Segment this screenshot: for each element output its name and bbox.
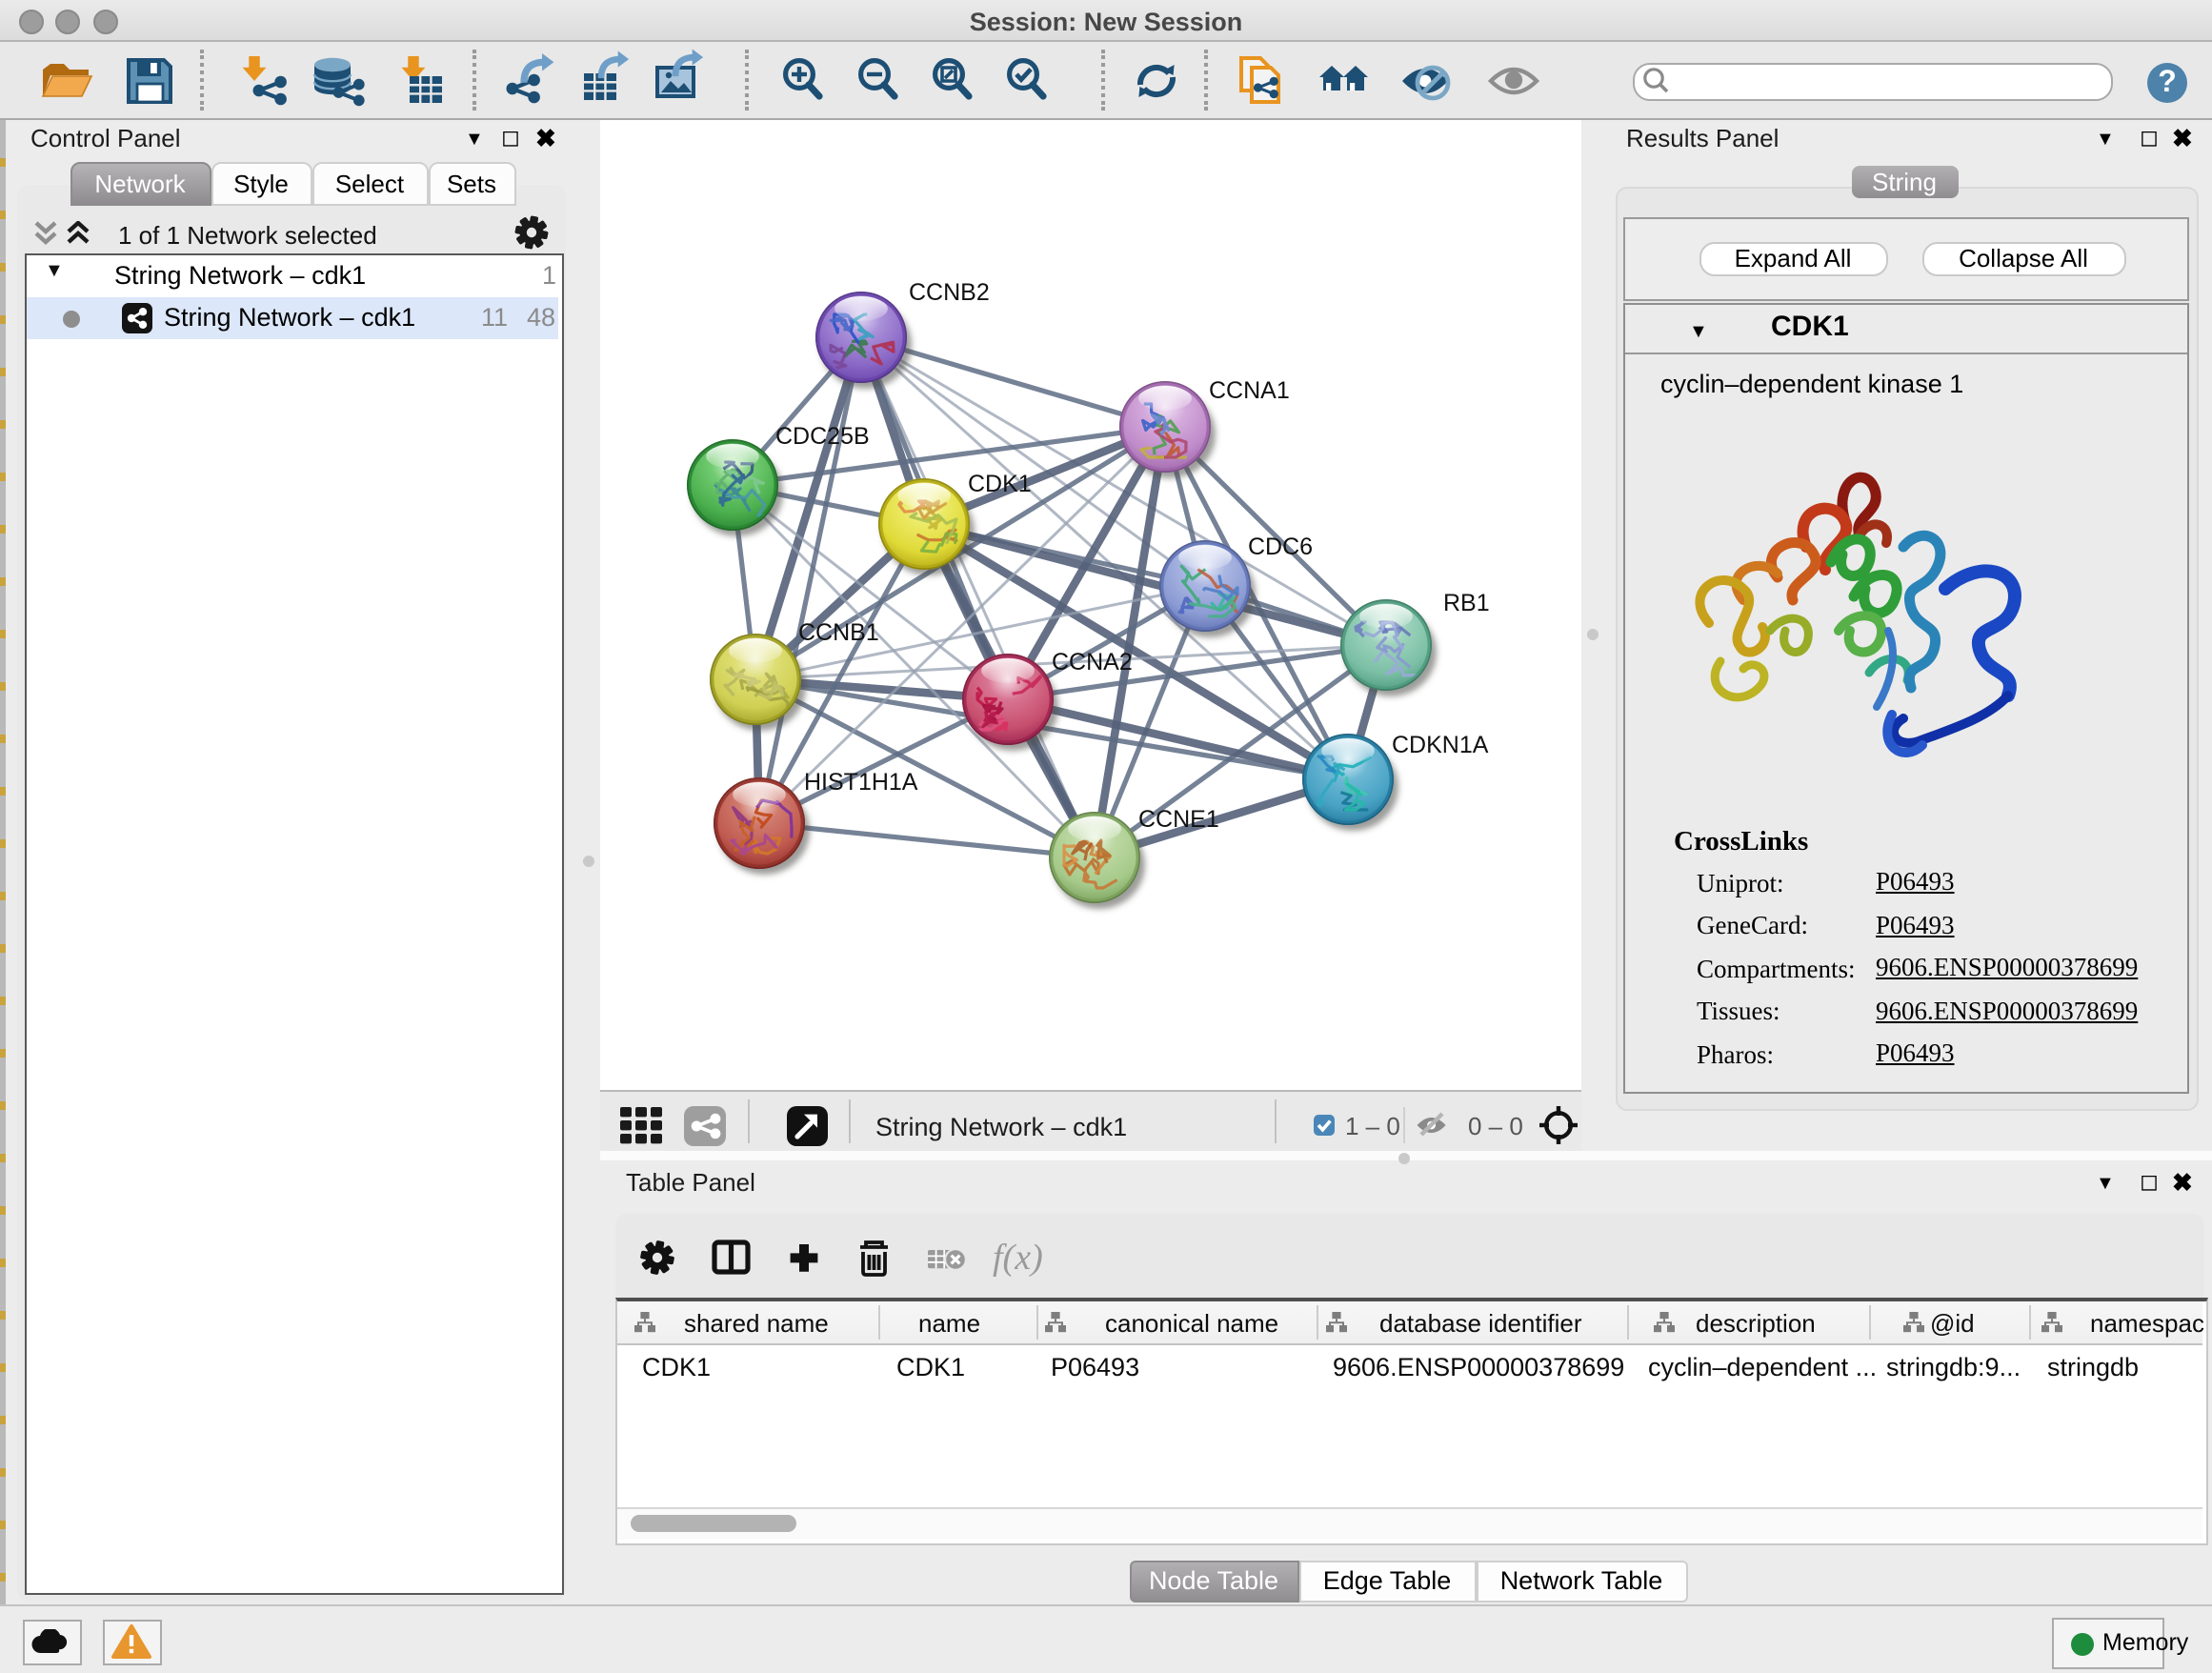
svg-text:f(x): f(x) — [993, 1237, 1043, 1277]
svg-text:1 – 0: 1 – 0 — [1345, 1112, 1400, 1140]
svg-text:RB1: RB1 — [1443, 589, 1490, 615]
svg-text:String Network – cdk1: String Network – cdk1 — [875, 1113, 1127, 1141]
svg-text:CDK1: CDK1 — [968, 470, 1032, 496]
svg-text:CDC6: CDC6 — [1248, 533, 1313, 559]
svg-text:CCNB1: CCNB1 — [798, 618, 879, 645]
svg-text:CCNB2: CCNB2 — [909, 278, 990, 305]
svg-text:CCNA1: CCNA1 — [1209, 376, 1290, 403]
svg-text:CCNA2: CCNA2 — [1052, 648, 1133, 675]
svg-text:CDC25B: CDC25B — [775, 422, 870, 449]
svg-text:CCNE1: CCNE1 — [1138, 805, 1219, 832]
svg-text:HIST1H1A: HIST1H1A — [804, 768, 918, 795]
svg-text:0 – 0: 0 – 0 — [1468, 1112, 1523, 1140]
svg-text:CDKN1A: CDKN1A — [1392, 731, 1489, 757]
